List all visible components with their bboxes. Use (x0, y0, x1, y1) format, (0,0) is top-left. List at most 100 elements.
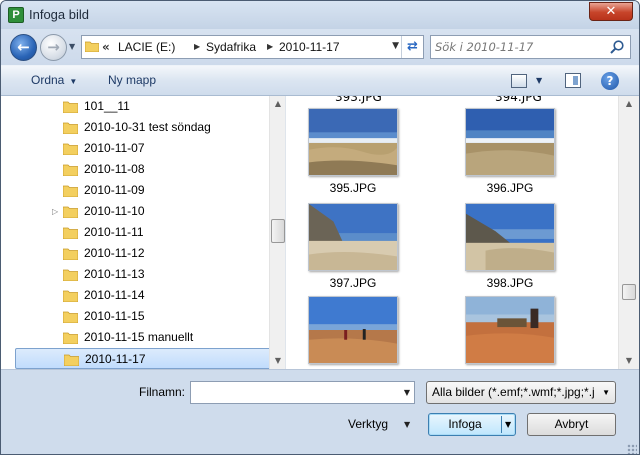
tree-folder-label: 2010-11-07 (84, 141, 145, 155)
tree-folder-item[interactable]: 2010-11-11 (15, 222, 271, 243)
breadcrumb-drive[interactable]: LACIE (E:) (118, 40, 175, 54)
photo-thumbnail (465, 108, 555, 176)
preview-pane-icon[interactable] (565, 73, 581, 88)
tree-folder-item[interactable]: 2010-11-14 (15, 285, 271, 306)
photo-thumbnail (308, 296, 398, 364)
file-name: 395.JPG (329, 181, 377, 195)
tree-folder-item[interactable]: 101__11 (15, 96, 271, 117)
tree-folder-label: 2010-11-13 (84, 267, 145, 281)
organize-button[interactable]: Ordna ▼ (31, 73, 77, 87)
scroll-down-arrow-icon[interactable]: ▼ (270, 353, 285, 369)
navigation-pane: 101__11 2010-10-31 test söndag 2010-11-07 2… (1, 96, 286, 369)
file-item[interactable] (287, 296, 407, 369)
file-item[interactable]: 396.JPG (444, 108, 564, 208)
arrow-right-icon: → (47, 38, 60, 56)
back-button[interactable]: ← (10, 34, 37, 61)
folder-icon (63, 101, 78, 113)
tree-folder-item[interactable]: 2010-11-15 (15, 306, 271, 327)
filename-label: Filnamn: (139, 385, 186, 399)
breadcrumb-current[interactable]: 2010-11-17 (279, 40, 340, 54)
cancel-button[interactable]: Avbryt (527, 413, 616, 436)
folder-icon (63, 185, 78, 197)
file-item[interactable] (444, 296, 564, 369)
file-item[interactable]: 398.JPG (444, 203, 564, 303)
file-type-value: Alla bilder (*.emf;*.wmf;*.jpg;*.j (432, 385, 595, 399)
help-icon[interactable]: ? (601, 72, 619, 90)
tools-button[interactable]: Verktyg (348, 417, 388, 431)
close-button[interactable]: ✕ (589, 2, 633, 21)
folder-icon (63, 269, 78, 281)
file-list-scrollbar[interactable]: ▲ ▼ (618, 96, 639, 369)
scroll-up-arrow-icon[interactable]: ▲ (621, 96, 637, 112)
folder-icon (63, 164, 78, 176)
tree-folder-item[interactable]: ▷ 2010-11-10 (15, 201, 271, 222)
chevron-down-icon[interactable]: ▼ (404, 388, 410, 397)
insert-label: Infoga (448, 417, 482, 431)
tree-folder-item[interactable]: 2010-11-12 (15, 243, 271, 264)
tree-folder-label: 2010-11-10 (84, 204, 145, 218)
chevron-down-icon[interactable]: ▼ (505, 420, 511, 429)
folder-icon (63, 311, 78, 323)
forward-button[interactable]: → (40, 34, 67, 61)
chevron-down-icon[interactable]: ▼ (404, 420, 410, 429)
tree-folder-item[interactable]: 2010-10-31 test söndag (15, 117, 271, 138)
new-folder-button[interactable]: Ny mapp (108, 73, 156, 87)
file-label-partial: 394.JPG (495, 96, 542, 104)
tree-folder-label: 2010-11-08 (84, 162, 145, 176)
file-list: 393.JPG 394.JPG 395.JPG 396.JPG 397.JPG … (287, 96, 618, 369)
split-divider (501, 416, 502, 433)
file-type-select[interactable]: Alla bilder (*.emf;*.wmf;*.jpg;*.j ▼ (426, 381, 616, 404)
breadcrumb-arrow-icon[interactable]: ▶ (194, 42, 200, 51)
tree-folder-item[interactable]: 2010-11-08 (15, 159, 271, 180)
tree-folder-label: 2010-11-09 (84, 183, 145, 197)
expand-arrow-icon[interactable]: ▷ (52, 201, 58, 222)
folder-icon (63, 248, 78, 260)
search-input[interactable] (435, 38, 605, 56)
folder-icon (63, 143, 78, 155)
scroll-down-arrow-icon[interactable]: ▼ (621, 353, 637, 369)
address-bar[interactable]: « LACIE (E:) ▶ Sydafrika ▶ 2010-11-17 ▼ … (81, 35, 424, 59)
scrollbar-thumb[interactable] (622, 284, 636, 300)
filename-combobox[interactable]: ▼ (190, 381, 415, 404)
breadcrumb-overflow[interactable]: « (102, 40, 110, 54)
tree-folder-item[interactable]: 2010-11-15 manuellt (15, 327, 271, 348)
file-label-partial: 393.JPG (335, 96, 382, 104)
dialog-footer: Filnamn: ▼ Alla bilder (*.emf;*.wmf;*.jp… (1, 369, 639, 454)
file-item[interactable]: 397.JPG (287, 203, 407, 303)
tree-folder-label: 2010-11-17 (85, 352, 146, 366)
view-options-dropdown[interactable]: ▼ (536, 76, 542, 85)
folder-icon (63, 122, 78, 134)
folder-icon (64, 354, 79, 366)
tree-folder-item[interactable]: 2010-11-17 (15, 348, 271, 369)
scrollbar-thumb[interactable] (271, 219, 285, 243)
breadcrumb-folder[interactable]: Sydafrika (206, 40, 256, 54)
title-bar: P Infoga bild ✕ (1, 1, 639, 29)
filename-input[interactable] (193, 384, 393, 401)
photo-thumbnail (465, 203, 555, 271)
address-history-dropdown[interactable]: ▼ (392, 41, 399, 51)
change-view-icon[interactable] (511, 74, 527, 88)
tree-folder-label: 101__11 (84, 99, 130, 113)
folder-icon (63, 332, 78, 344)
file-name: 398.JPG (486, 276, 534, 290)
chevron-down-icon: ▼ (69, 42, 76, 51)
tree-folder-item[interactable]: 2010-11-09 (15, 180, 271, 201)
tree-folder-label: 2010-11-15 manuellt (84, 330, 194, 344)
breadcrumb-arrow-icon[interactable]: ▶ (267, 42, 273, 51)
insert-button[interactable]: Infoga ▼ (428, 413, 516, 436)
resize-grip[interactable] (627, 444, 637, 454)
chevron-down-icon: ▼ (69, 77, 78, 86)
file-item[interactable]: 395.JPG (287, 108, 407, 208)
navigation-scrollbar[interactable]: ▲ ▼ (269, 96, 285, 369)
tree-folder-item[interactable]: 2010-11-07 (15, 138, 271, 159)
arrow-left-icon: ← (17, 38, 30, 56)
search-box[interactable] (430, 35, 631, 59)
refresh-button[interactable]: ⇄ (401, 36, 423, 58)
tree-folder-item[interactable]: 2010-11-13 (15, 264, 271, 285)
tree-folder-label: 2010-10-31 test söndag (84, 120, 211, 134)
search-icon[interactable] (609, 39, 625, 55)
recent-pages-button[interactable]: ▼ (69, 41, 79, 53)
tree-folder-label: 2010-11-15 (84, 309, 145, 323)
command-bar: Ordna ▼ Ny mapp ▼ ? (1, 65, 639, 96)
scroll-up-arrow-icon[interactable]: ▲ (270, 96, 285, 112)
